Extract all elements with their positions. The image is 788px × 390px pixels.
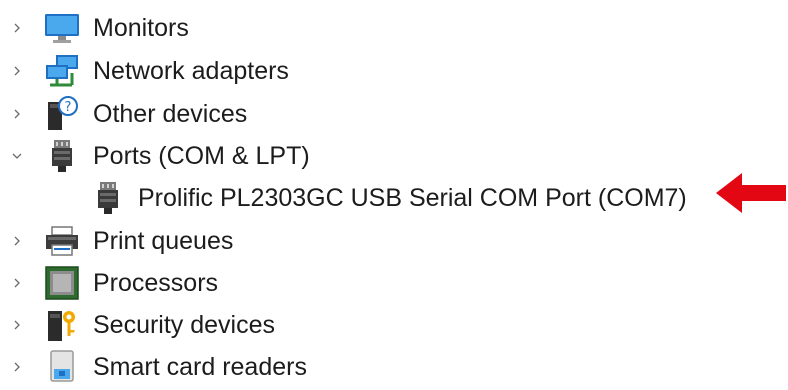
chevron-down-icon[interactable] [9,148,25,164]
tree-item-label: Print queues [93,227,234,255]
printer-icon [46,226,78,256]
tree-item-smart-card-readers[interactable]: Smart card readers [0,347,788,387]
monitor-icon [45,14,79,43]
chevron-right-icon[interactable] [9,275,25,291]
smart-card-reader-icon [50,350,74,382]
red-arrow-icon [716,173,786,213]
tree-item-prolific-com-port[interactable]: Prolific PL2303GC USB Serial COM Port (C… [0,178,788,218]
chevron-right-icon[interactable] [9,20,25,36]
device-tree: Monitors Network adapters ? Other device… [0,0,788,390]
chevron-right-icon[interactable] [9,63,25,79]
port-connector-icon [52,140,72,172]
chevron-right-icon[interactable] [9,317,25,333]
tree-item-label: Smart card readers [93,353,307,381]
tree-item-processors[interactable]: Processors [0,263,788,303]
tree-item-label: Monitors [93,14,189,42]
tree-item-label: Ports (COM & LPT) [93,142,310,170]
tree-item-print-queues[interactable]: Print queues [0,221,788,261]
tree-item-label: Processors [93,269,219,297]
processor-icon [45,266,79,300]
port-connector-icon [98,182,118,214]
tree-item-label: Other devices [93,100,248,128]
tree-item-ports[interactable]: Ports (COM & LPT) [0,136,788,176]
tree-item-network-adapters[interactable]: Network adapters [0,51,788,91]
tree-item-other-devices[interactable]: ? Other devices [0,94,788,134]
tree-item-monitors[interactable]: Monitors [0,8,788,48]
tree-item-security-devices[interactable]: Security devices [0,305,788,345]
tree-item-label: Network adapters [93,57,289,85]
network-adapter-icon [46,55,78,87]
svg-text:?: ? [65,100,72,115]
chevron-right-icon[interactable] [9,233,25,249]
unknown-device-icon: ? [48,96,78,130]
security-device-icon [48,311,75,341]
tree-item-label: Security devices [93,311,276,339]
chevron-right-icon[interactable] [9,106,25,122]
tree-item-label: Prolific PL2303GC USB Serial COM Port (C… [138,184,687,212]
chevron-right-icon[interactable] [9,359,25,375]
